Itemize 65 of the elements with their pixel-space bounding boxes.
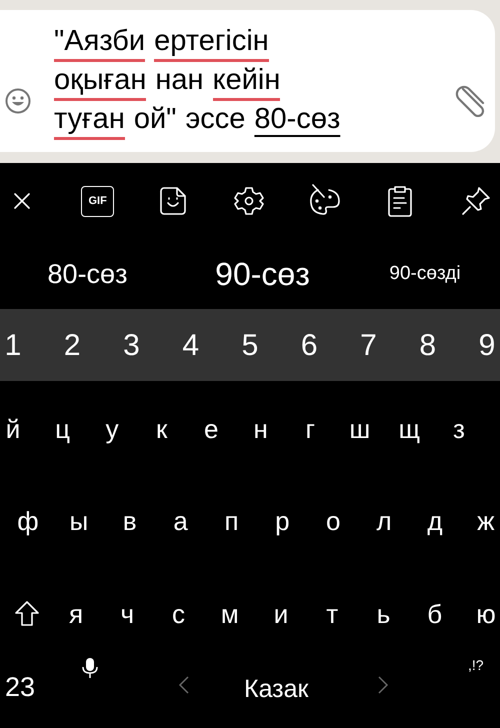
settings-icon[interactable]	[232, 185, 265, 217]
pin-icon[interactable]	[460, 186, 491, 216]
keyboard-key[interactable]: о	[326, 502, 340, 540]
message-word: ой"	[134, 102, 176, 136]
keyboard-key[interactable]: а	[173, 502, 188, 540]
shift-icon[interactable]	[14, 600, 40, 628]
message-word: "Аязби	[54, 22, 146, 62]
keyboard-key[interactable]: з	[452, 410, 465, 448]
keyboard-key[interactable]: ь	[376, 594, 390, 634]
message-word: ертегісін	[154, 22, 269, 62]
keyboard-key[interactable]: 1	[4, 322, 22, 368]
keyboard-key[interactable]: п	[224, 502, 239, 540]
keyboard-key[interactable]: у	[106, 410, 119, 448]
chevron-left-icon[interactable]	[178, 675, 190, 695]
keyboard-key[interactable]: я	[68, 594, 84, 634]
keyboard-key[interactable]: т	[326, 594, 338, 634]
keyboard-key[interactable]: 7	[360, 322, 377, 368]
message-field[interactable]: "Аязби ертегісін оқыған нан кейін туған ой" эссе 80-сөз	[0, 10, 495, 152]
keyboard-key[interactable]: 6	[300, 322, 318, 368]
keyboard-key[interactable]: м	[220, 594, 239, 634]
keyboard-key[interactable]: 8	[419, 322, 436, 368]
keyboard-key[interactable]: р	[275, 502, 290, 540]
keyboard-key[interactable]: н	[254, 410, 268, 448]
keyboard-key[interactable]: е	[204, 410, 218, 448]
message-word: кейін	[212, 62, 280, 100]
keyboard-key[interactable]: и	[274, 594, 288, 634]
gif-button[interactable]: GIF	[81, 186, 114, 216]
keyboard-key[interactable]: ц	[55, 410, 70, 448]
suggestion[interactable]: 90-сөзді	[389, 260, 461, 288]
palette-icon[interactable]	[308, 184, 342, 218]
keyboard-key[interactable]: к	[156, 410, 168, 448]
message-word: нан	[155, 62, 204, 98]
keyboard-key[interactable]: с	[172, 594, 185, 634]
keyboard-key[interactable]: в	[122, 502, 137, 540]
keyboard-key[interactable]: ,!?	[468, 655, 484, 676]
message-word: оқыған	[54, 62, 146, 100]
close-icon[interactable]	[13, 192, 31, 210]
clipboard-icon[interactable]	[387, 184, 414, 218]
keyboard-key[interactable]: г	[306, 410, 316, 448]
keyboard-key[interactable]: 2	[64, 322, 81, 368]
keyboard-key[interactable]: ж	[477, 502, 495, 540]
message-word: 80-сөз	[254, 102, 340, 136]
message-word: туған	[54, 100, 125, 140]
keyboard-key[interactable]: ы	[70, 502, 88, 540]
keyboard-key[interactable]: б	[427, 594, 442, 634]
keyboard-key[interactable]: 3	[123, 322, 140, 368]
suggestion[interactable]: 90-сөз	[215, 250, 310, 298]
suggestion[interactable]: 80-сөз	[48, 254, 128, 294]
keyboard-key[interactable]: д	[427, 502, 443, 540]
emoji-icon[interactable]	[5, 88, 31, 114]
message-word: эссе	[185, 102, 246, 136]
microphone-icon[interactable]	[82, 657, 98, 679]
keyboard-key[interactable]: л	[376, 502, 392, 540]
language-label[interactable]: Казак	[244, 671, 308, 708]
chevron-right-icon[interactable]	[377, 675, 389, 695]
keyboard-key[interactable]: ш	[349, 410, 370, 448]
keyboard-key[interactable]: щ	[398, 410, 420, 448]
keyboard-key[interactable]: 9	[478, 322, 496, 368]
keyboard-key[interactable]: ф	[17, 502, 39, 540]
keyboard-key[interactable]: 5	[242, 322, 258, 368]
keyboard-key[interactable]: 23	[5, 667, 36, 708]
keyboard-key[interactable]: ю	[476, 594, 496, 634]
keyboard-key[interactable]: 4	[182, 322, 200, 368]
keyboard-key[interactable]: ч	[120, 594, 134, 634]
keyboard-key[interactable]: й	[6, 410, 20, 448]
